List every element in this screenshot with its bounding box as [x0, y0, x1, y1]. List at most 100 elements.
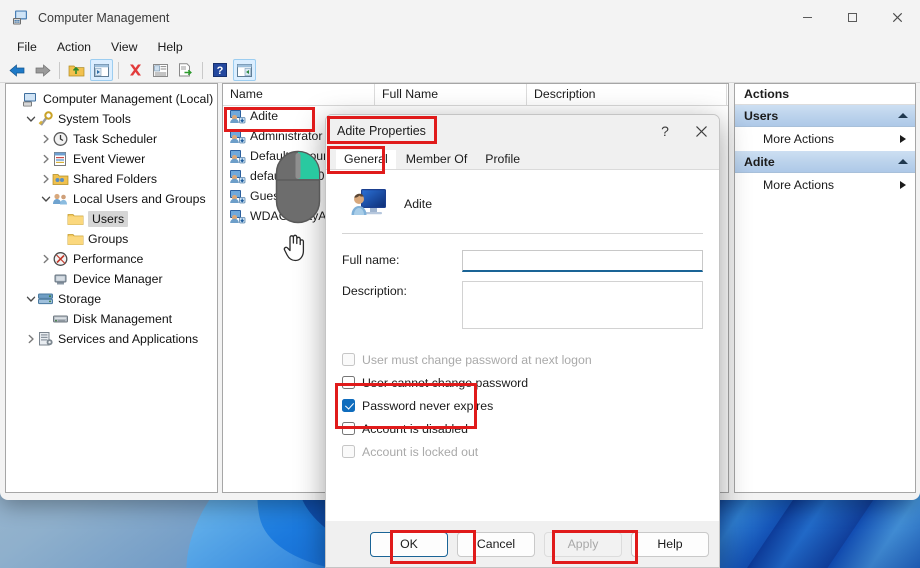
adite-properties-dialog: Adite Properties ? General Member Of Profi… [325, 114, 720, 568]
chevron-right-icon[interactable] [39, 154, 52, 164]
properties-icon[interactable] [149, 59, 172, 81]
show-hide-action-pane-icon[interactable] [233, 59, 256, 81]
cancel-button[interactable]: Cancel [457, 531, 535, 557]
forward-arrow-icon[interactable] [31, 59, 54, 81]
actions-group-adite[interactable]: Adite [735, 151, 915, 173]
chevron-down-icon[interactable] [24, 294, 37, 304]
tree-item-services-and-applications[interactable]: Services and Applications [6, 329, 217, 349]
column-header-full-name[interactable]: Full Name [375, 84, 527, 105]
chevron-up-icon[interactable] [898, 113, 908, 118]
tree-item-label: Users [88, 211, 129, 227]
tree-item-event-viewer[interactable]: Event Viewer [6, 149, 217, 169]
actions-title: Actions [735, 84, 915, 105]
tree-item-groups[interactable]: Groups [6, 229, 217, 249]
svg-text:?: ? [216, 65, 223, 77]
full-name-row: Full name: [342, 250, 703, 272]
tree-item-users[interactable]: Users [6, 209, 217, 229]
menu-view[interactable]: View [102, 38, 146, 56]
tree-item-shared-folders[interactable]: Shared Folders [6, 169, 217, 189]
up-folder-icon[interactable] [65, 59, 88, 81]
tree-item-label: Groups [88, 232, 129, 246]
menu-file[interactable]: File [8, 38, 46, 56]
window-title: Computer Management [38, 10, 170, 25]
tree-item-label: Services and Applications [58, 332, 199, 346]
tree-item-task-scheduler[interactable]: Task Scheduler [6, 129, 217, 149]
tree-item-label: Storage [58, 292, 102, 306]
dialog-title: Adite Properties [337, 124, 426, 138]
tree-item-storage[interactable]: Storage [6, 289, 217, 309]
ok-button[interactable]: OK [370, 531, 448, 557]
tree-item-system-tools[interactable]: System Tools [6, 109, 217, 129]
user-icon [229, 148, 246, 164]
chevron-right-icon[interactable] [39, 134, 52, 144]
console-tree-pane: Computer Management (Local) System Tools T… [5, 83, 218, 493]
tree-item-device-manager[interactable]: Device Manager [6, 269, 217, 289]
checkbox-row-user-cannot-change-password[interactable]: User cannot change password [342, 373, 703, 392]
description-label: Description: [342, 284, 407, 298]
menu-help[interactable]: Help [148, 38, 191, 56]
checkbox-label: Account is locked out [362, 444, 479, 459]
chevron-right-icon[interactable] [24, 334, 37, 344]
export-list-icon[interactable] [174, 59, 197, 81]
delete-icon[interactable] [124, 59, 147, 81]
tree-item-label: Disk Management [73, 312, 173, 326]
action-more-actions[interactable]: More Actions [735, 173, 915, 197]
help-button[interactable]: Help [631, 531, 709, 557]
window-controls [785, 0, 920, 35]
dialog-help-button[interactable]: ? [647, 115, 683, 147]
checkbox-row-account-is-disabled[interactable]: Account is disabled [342, 419, 703, 438]
action-more-actions[interactable]: More Actions [735, 127, 915, 151]
show-hide-console-tree-icon[interactable] [90, 59, 113, 81]
chevron-right-icon [900, 135, 906, 143]
chevron-down-icon[interactable] [39, 194, 52, 204]
tree-item-computer-management-local[interactable]: Computer Management (Local) [6, 89, 217, 109]
tree-item-disk-management[interactable]: Disk Management [6, 309, 217, 329]
checkbox-unchecked-icon[interactable] [342, 376, 355, 389]
actions-pane: Actions Users More Actions Adite More Actio… [734, 83, 916, 493]
checkbox-label: Password never expires [362, 398, 494, 413]
list-column-headers: Name Full Name Description [223, 84, 728, 106]
full-name-field[interactable] [462, 250, 703, 272]
user-name: Adite [250, 109, 279, 123]
checkbox-label: Account is disabled [362, 421, 468, 436]
maximize-button[interactable] [830, 0, 875, 35]
user-icon [229, 108, 246, 124]
computer-icon [22, 91, 39, 107]
checkbox-checked-icon[interactable] [342, 399, 355, 412]
close-button[interactable] [875, 0, 920, 35]
tab-general[interactable]: General [336, 150, 396, 169]
dialog-titlebar: Adite Properties ? [326, 115, 719, 147]
checkbox-label: User cannot change password [362, 375, 529, 390]
checkbox-unchecked-icon[interactable] [342, 422, 355, 435]
action-label: More Actions [763, 178, 835, 192]
dialog-close-button[interactable] [683, 115, 719, 147]
users-groups-icon [52, 191, 69, 207]
account-header: Adite [342, 184, 703, 224]
tab-member-of[interactable]: Member Of [398, 150, 476, 169]
tree-item-performance[interactable]: Performance [6, 249, 217, 269]
back-arrow-icon[interactable] [6, 59, 29, 81]
actions-group-users[interactable]: Users [735, 105, 915, 127]
tab-profile[interactable]: Profile [477, 150, 528, 169]
tree-item-label: Task Scheduler [73, 132, 158, 146]
column-header-description[interactable]: Description [527, 84, 727, 105]
chevron-down-icon[interactable] [24, 114, 37, 124]
minimize-button[interactable] [785, 0, 830, 35]
toolbar-separator [118, 61, 119, 79]
chevron-right-icon[interactable] [39, 254, 52, 264]
checkbox-unchecked-icon [342, 353, 355, 366]
dialog-footer: OK Cancel Apply Help [326, 521, 719, 567]
column-header-name[interactable]: Name [223, 84, 375, 105]
tree-item-local-users-and-groups[interactable]: Local Users and Groups [6, 189, 217, 209]
chevron-up-icon[interactable] [898, 159, 908, 164]
checkbox-row-password-never-expires[interactable]: Password never expires [342, 396, 703, 415]
user-account-icon [350, 187, 388, 221]
checkbox-unchecked-icon [342, 445, 355, 458]
menu-action[interactable]: Action [48, 38, 100, 56]
actions-group-label: Users [744, 108, 779, 123]
folder-icon [67, 211, 84, 227]
help-icon[interactable]: ? [208, 59, 231, 81]
description-field[interactable] [462, 281, 703, 329]
dialog-tabs: General Member Of Profile [326, 147, 719, 169]
chevron-right-icon[interactable] [39, 174, 52, 184]
